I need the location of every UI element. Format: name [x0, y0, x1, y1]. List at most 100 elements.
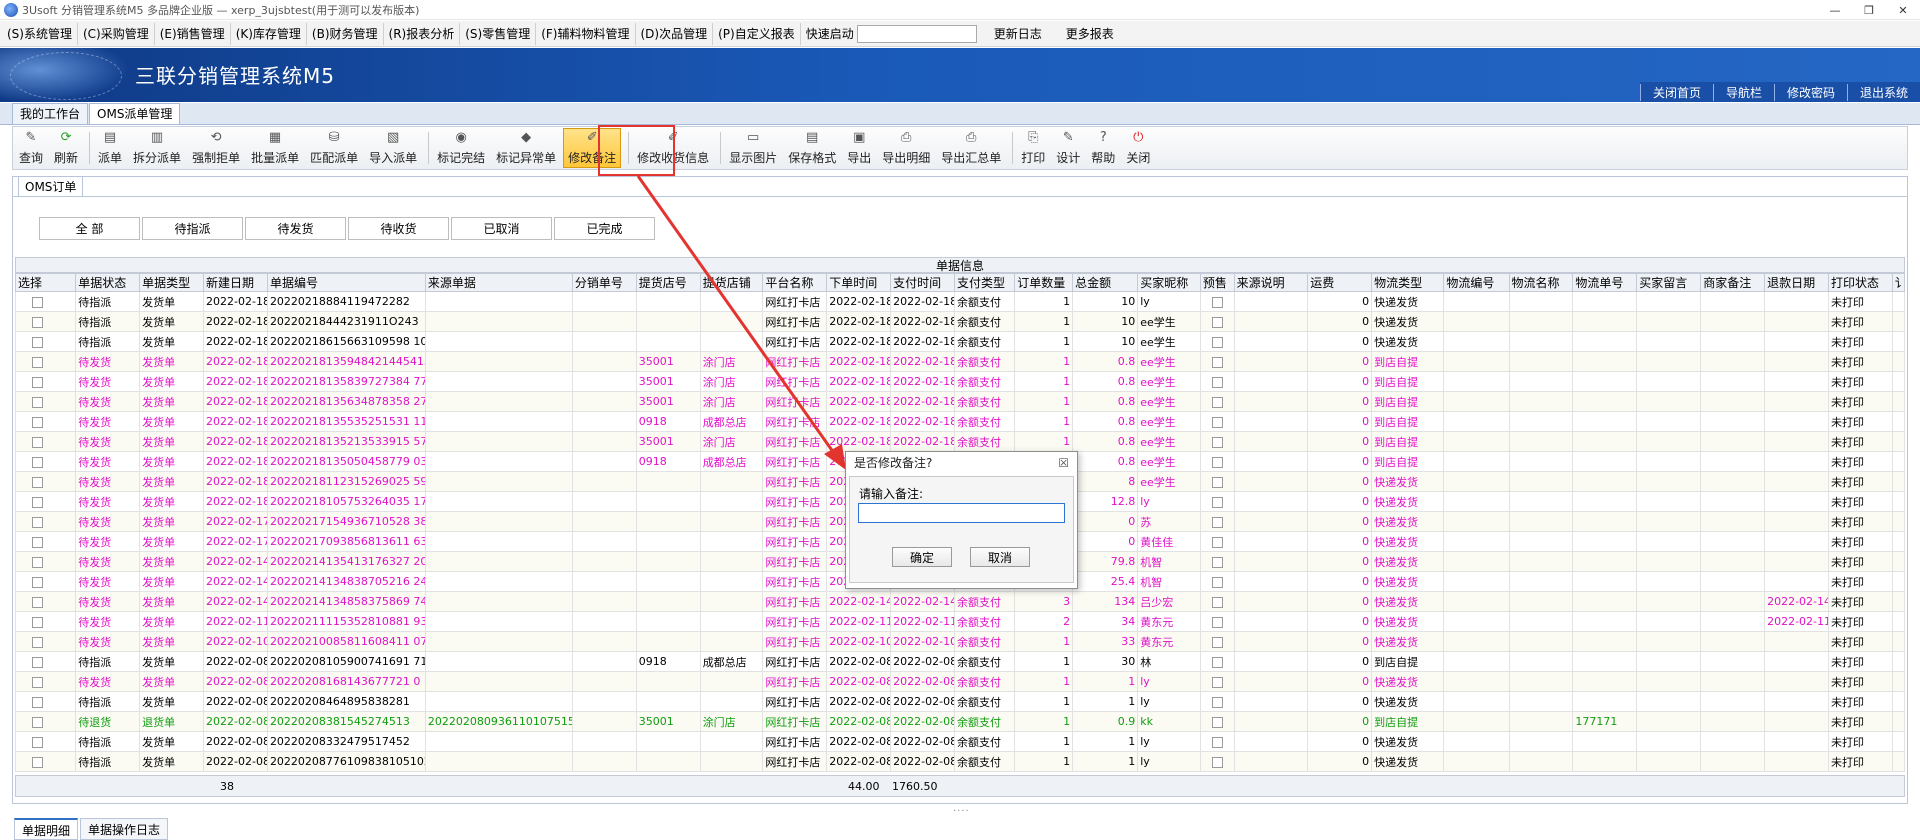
- tab-my-workbench[interactable]: 我的工作台: [12, 103, 89, 124]
- menu-system[interactable]: (S)系统管理: [2, 22, 78, 45]
- toolbar-button-export-detail[interactable]: ⎙ 导出明细: [878, 128, 934, 168]
- presale-checkbox[interactable]: [1211, 596, 1223, 608]
- table-row[interactable]: 待指派 发货单 2022-02-08 20220208776109838105102 网…: [15, 751, 1905, 772]
- row-select-checkbox[interactable]: [32, 316, 43, 328]
- presale-checkbox[interactable]: [1211, 576, 1223, 588]
- presale-checkbox[interactable]: [1211, 736, 1223, 748]
- row-select-checkbox[interactable]: [32, 496, 43, 508]
- column-header[interactable]: 分销单号: [571, 273, 637, 292]
- toolbar-button-match-dispatch[interactable]: ⛁ 匹配派单: [306, 128, 362, 168]
- minimize-button[interactable]: —: [1818, 0, 1852, 20]
- table-row[interactable]: 待发货 发货单 2022-02-18 20220218135839727384 774…: [15, 371, 1905, 392]
- column-header[interactable]: 选择: [15, 273, 77, 292]
- presale-checkbox[interactable]: [1211, 716, 1223, 728]
- presale-checkbox[interactable]: [1211, 676, 1223, 688]
- toolbar-button-dispatch[interactable]: ▤ 派单: [94, 128, 126, 168]
- column-header[interactable]: 新建日期: [203, 273, 268, 292]
- row-select-checkbox[interactable]: [32, 336, 43, 348]
- toolbar-button-import-dispatch[interactable]: ▧ 导入派单: [365, 128, 421, 168]
- menu-defective[interactable]: (D)次品管理: [636, 22, 714, 45]
- row-select-checkbox[interactable]: [32, 736, 43, 748]
- column-header[interactable]: 订单数量: [1014, 273, 1074, 292]
- presale-checkbox[interactable]: [1211, 416, 1223, 428]
- close-window-button[interactable]: ✕: [1886, 0, 1920, 20]
- toolbar-button-refresh[interactable]: ⟳ 刷新: [50, 128, 82, 168]
- presale-checkbox[interactable]: [1211, 476, 1223, 488]
- column-header[interactable]: 买家留言: [1636, 273, 1702, 292]
- column-header[interactable]: 总金额: [1072, 273, 1139, 292]
- filter-pending-assign[interactable]: 待指派: [142, 217, 243, 240]
- table-row[interactable]: 待指派 发货单 2022-02-18 20220218884119472282 网红打卡…: [15, 291, 1905, 312]
- tab-oms-dispatch[interactable]: OMS派单管理: [89, 103, 181, 124]
- row-select-checkbox[interactable]: [32, 616, 43, 628]
- presale-checkbox[interactable]: [1211, 356, 1223, 368]
- presale-checkbox[interactable]: [1211, 536, 1223, 548]
- toolbar-button-design[interactable]: ✎ 设计: [1052, 128, 1084, 168]
- restore-button[interactable]: ❐: [1852, 0, 1886, 20]
- column-header[interactable]: 退款日期: [1764, 273, 1829, 292]
- row-select-checkbox[interactable]: [32, 556, 43, 568]
- table-row[interactable]: 待指派 发货单 2022-02-18 20220218615663109598 10 网…: [15, 331, 1905, 352]
- logout-link[interactable]: 退出系统: [1846, 83, 1920, 101]
- presale-checkbox[interactable]: [1211, 636, 1223, 648]
- toolbar-button-export-summary[interactable]: ⎙ 导出汇总单: [937, 128, 1005, 168]
- presale-checkbox[interactable]: [1211, 616, 1223, 628]
- table-row[interactable]: 待退货 退货单 2022-02-08 20220208381545274513 2022…: [15, 711, 1905, 732]
- row-select-checkbox[interactable]: [32, 596, 43, 608]
- row-select-checkbox[interactable]: [32, 576, 43, 588]
- presale-checkbox[interactable]: [1211, 456, 1223, 468]
- row-select-checkbox[interactable]: [32, 356, 43, 368]
- column-header[interactable]: 单据状态: [75, 273, 141, 292]
- column-header[interactable]: 支付时间: [890, 273, 956, 292]
- toolbar-button-close[interactable]: ⏻ 关闭: [1122, 128, 1154, 168]
- column-header[interactable]: 讠: [1891, 273, 1905, 292]
- close-home-link[interactable]: 关闭首页: [1639, 83, 1713, 101]
- filter-completed[interactable]: 已完成: [554, 217, 655, 240]
- table-row[interactable]: 待指派 发货单 2022-02-08 20220208332479517452 网红打卡…: [15, 731, 1905, 752]
- row-select-checkbox[interactable]: [32, 416, 43, 428]
- column-header[interactable]: 支付类型: [954, 273, 1016, 292]
- table-row[interactable]: 待发货 发货单 2022-02-18 20220218135948421445413 3…: [15, 351, 1905, 372]
- toolbar-button-help[interactable]: ? 帮助: [1087, 128, 1119, 168]
- table-row[interactable]: 待发货 发货单 2022-02-18 20220218135213533915 570…: [15, 431, 1905, 452]
- toolbar-button-split-dispatch[interactable]: ▥ 拆分派单: [129, 128, 185, 168]
- row-select-checkbox[interactable]: [32, 676, 43, 688]
- table-row[interactable]: 待发货 发货单 2022-02-08 20220208168143677721 0 网红…: [15, 671, 1905, 692]
- presale-checkbox[interactable]: [1211, 296, 1223, 308]
- row-select-checkbox[interactable]: [32, 456, 43, 468]
- row-select-checkbox[interactable]: [32, 436, 43, 448]
- row-select-checkbox[interactable]: [32, 656, 43, 668]
- menu-sales[interactable]: (E)销售管理: [155, 22, 231, 45]
- toolbar-button-export[interactable]: ▣ 导出: [843, 128, 875, 168]
- toolbar-button-mark-complete[interactable]: ◉ 标记完结: [433, 128, 489, 168]
- column-header[interactable]: 物流名称: [1508, 273, 1574, 292]
- column-header[interactable]: 来源说明: [1233, 273, 1309, 292]
- table-row[interactable]: 待指派 发货单 2022-02-08 20220208464895838281 网红打卡…: [15, 691, 1905, 712]
- quick-launch-input[interactable]: [856, 24, 977, 43]
- menu-custom-report[interactable]: (P)自定义报表: [713, 22, 801, 45]
- presale-checkbox[interactable]: [1211, 516, 1223, 528]
- filter-cancelled[interactable]: 已取消: [451, 217, 552, 240]
- menu-update-log[interactable]: 更新日志: [982, 23, 1054, 45]
- tab-operation-log[interactable]: 单据操作日志: [80, 818, 169, 840]
- menu-finance[interactable]: (B)财务管理: [307, 22, 384, 45]
- presale-checkbox[interactable]: [1211, 656, 1223, 668]
- column-header[interactable]: 来源单据: [424, 273, 573, 292]
- column-header[interactable]: 运费: [1307, 273, 1373, 292]
- column-header[interactable]: 单据类型: [139, 273, 205, 292]
- column-header[interactable]: 提货店铺: [699, 273, 764, 292]
- toolbar-button-batch-dispatch[interactable]: ▦ 批量派单: [247, 128, 303, 168]
- row-select-checkbox[interactable]: [32, 376, 43, 388]
- presale-checkbox[interactable]: [1211, 316, 1223, 328]
- toolbar-button-query[interactable]: ✎ 查询: [15, 128, 47, 168]
- row-select-checkbox[interactable]: [32, 756, 43, 768]
- confirm-button[interactable]: 确定: [892, 547, 952, 567]
- column-header[interactable]: 物流单号: [1572, 273, 1638, 292]
- presale-checkbox[interactable]: [1211, 756, 1223, 768]
- filter-all[interactable]: 全 部: [39, 217, 140, 240]
- table-row[interactable]: 待发货 发货单 2022-02-18 20220218135535251531 111…: [15, 411, 1905, 432]
- row-select-checkbox[interactable]: [32, 716, 43, 728]
- menu-reports[interactable]: (R)报表分析: [384, 22, 461, 45]
- cancel-button[interactable]: 取消: [970, 547, 1030, 567]
- tab-oms-orders[interactable]: OMS订单: [18, 177, 84, 197]
